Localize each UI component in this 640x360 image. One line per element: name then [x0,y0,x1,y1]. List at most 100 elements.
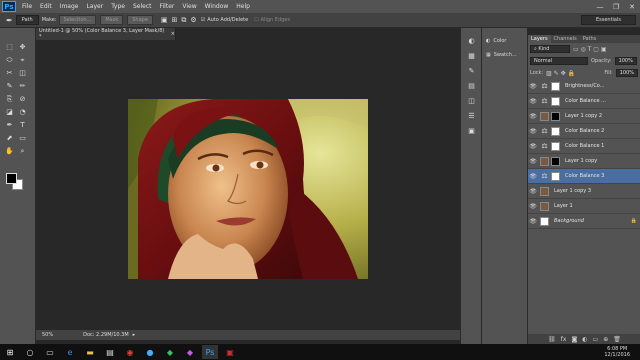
layer-row[interactable]: 👁 Background 🔒 [528,214,640,229]
foreground-color-swatch[interactable] [6,173,17,184]
visibility-eye-icon[interactable]: 👁 [528,188,538,195]
edge-browser-icon[interactable]: e [62,345,78,359]
messenger-icon[interactable]: ● [142,345,158,359]
eraser-icon[interactable]: ⊘ [17,94,28,104]
layer-row[interactable]: 👁 ⚖ Color Balance ... [528,94,640,109]
file-explorer-icon[interactable]: ▬ [82,345,98,359]
make-shape-button[interactable]: Shape [127,15,153,25]
chrome-icon[interactable]: ◉ [122,345,138,359]
layer-thumbnail[interactable] [540,111,549,121]
type-icon[interactable]: T [17,120,28,130]
panel-strip-icon[interactable]: ✎ [466,66,477,76]
visibility-eye-icon[interactable]: 👁 [528,113,538,120]
layer-mask-thumbnail[interactable] [551,126,560,136]
make-mask-button[interactable]: Mask [100,15,124,25]
visibility-eye-icon[interactable]: 👁 [528,128,538,135]
zoom-icon[interactable]: ⌕ [17,146,28,156]
new-layer-icon[interactable]: ⊕ [603,336,608,343]
workspace-select[interactable]: Essentials [580,15,636,25]
layer-mask-thumbnail[interactable] [551,141,560,151]
visibility-eye-icon[interactable]: 👁 [528,203,538,210]
healing-icon[interactable]: ✏ [17,81,28,91]
panel-strip-icon[interactable]: ▦ [466,51,477,61]
menu-file[interactable]: File [18,3,36,10]
app-purple-icon[interactable]: ◆ [182,345,198,359]
panel-strip-icon[interactable]: ◐ [466,36,477,46]
layer-style-icon[interactable]: fx [561,336,567,343]
menu-edit[interactable]: Edit [36,3,56,10]
opacity-input[interactable]: 100% [614,57,637,65]
panel-strip-icon[interactable]: ▤ [466,81,477,91]
color-panel-button[interactable]: ◐ Color [482,34,527,48]
app-green-icon[interactable]: ◆ [162,345,178,359]
path-mode-select[interactable]: Path [15,15,39,25]
shape-icon[interactable]: ▭ [17,133,28,143]
layer-mask-thumbnail[interactable] [551,111,560,121]
visibility-eye-icon[interactable]: 👁 [528,218,538,225]
document-info[interactable]: Doc: 2.29M/10.3M [83,332,129,338]
adjustment-layer-icon[interactable]: ◐ [582,336,587,343]
layer-row[interactable]: 👁 Layer 1 [528,199,640,214]
layer-row[interactable]: 👁 Layer 1 copy 2 [528,109,640,124]
swatches-panel-button[interactable]: ▦ Swatch... [482,48,527,62]
fill-input[interactable]: 100% [615,69,638,77]
tab-paths[interactable]: Paths [580,35,600,43]
menu-layer[interactable]: Layer [82,3,107,10]
path-operations-icon[interactable]: ▣ [161,16,168,24]
maximize-button[interactable]: ❐ [608,3,624,11]
system-clock[interactable]: 6:08 PM 12/1/2016 [604,346,630,358]
app-red-icon[interactable]: ▣ [222,345,238,359]
lock-icons[interactable]: ▨ ✎ ✥ 🔒 [546,70,575,77]
gradient-icon[interactable]: ◪ [4,107,15,117]
layer-mask-thumbnail[interactable] [551,96,560,106]
eyedropper-icon[interactable]: ◫ [17,68,28,78]
link-layers-icon[interactable]: ⛓ [548,336,556,343]
visibility-eye-icon[interactable]: 👁 [528,173,538,180]
crop-icon[interactable]: ✂ [4,68,15,78]
marquee-icon[interactable]: ⬚ [4,42,15,52]
move-icon[interactable]: ✥ [17,42,28,52]
auto-add-checkbox[interactable]: ☑ [201,17,205,23]
menu-help[interactable]: Help [232,3,254,10]
delete-layer-icon[interactable]: 🗑 [613,336,621,343]
panel-strip-icon[interactable]: ◫ [466,96,477,106]
menu-select[interactable]: Select [129,3,156,10]
search-icon[interactable]: ○ [22,345,38,359]
layer-row[interactable]: 👁 ⚖ Color Balance 2 [528,124,640,139]
menu-image[interactable]: Image [56,3,83,10]
add-mask-icon[interactable]: ◙ [571,336,577,343]
layer-thumbnail[interactable] [540,186,549,196]
layer-kind-filter[interactable]: ⌕ Kind [530,45,570,53]
quick-select-icon[interactable]: ⌖ [17,55,28,65]
layer-thumbnail[interactable] [540,201,549,211]
menu-type[interactable]: Type [107,3,129,10]
layer-mask-thumbnail[interactable] [551,156,560,166]
close-button[interactable]: ✕ [624,3,640,11]
visibility-eye-icon[interactable]: 👁 [528,143,538,150]
pen-tool-icon[interactable]: ✒ [6,16,13,25]
photoshop-taskbar-icon[interactable]: Ps [202,345,218,359]
align-edges-checkbox[interactable]: ☐ [254,17,258,23]
panel-strip-icon[interactable]: ☰ [466,111,477,121]
dodge-icon[interactable]: ◔ [17,107,28,117]
minimize-button[interactable]: — [592,3,608,11]
layer-row[interactable]: 👁 ⚖ Color Balance 1 [528,139,640,154]
new-group-icon[interactable]: ▭ [593,336,599,343]
chevron-right-icon[interactable]: ▸ [133,332,136,338]
layer-thumbnail[interactable] [540,216,549,226]
clone-stamp-icon[interactable]: ⎘ [4,94,15,104]
layer-row[interactable]: 👁 ⚖ Brightness/Co... [528,79,640,94]
path-align-icon[interactable]: ⊞ [172,16,178,24]
pen-icon[interactable]: ✒ [4,120,15,130]
windows-start-icon[interactable]: ⊞ [2,345,18,359]
blend-mode-select[interactable]: Normal [530,57,588,65]
layer-row[interactable]: 👁 ⚖ Color Balance 3 [528,169,640,184]
make-selection-button[interactable]: Selection... [58,15,97,25]
menu-filter[interactable]: Filter [156,3,179,10]
path-arrange-icon[interactable]: ⧉ [181,16,186,25]
layer-thumbnail[interactable] [540,156,549,166]
zoom-level[interactable]: 50% [42,332,53,338]
filter-type-icons[interactable]: ▭ ◎ T ▢ ▣ [573,46,607,53]
brush-icon[interactable]: ✎ [4,81,15,91]
tab-channels[interactable]: Channels [551,35,580,43]
